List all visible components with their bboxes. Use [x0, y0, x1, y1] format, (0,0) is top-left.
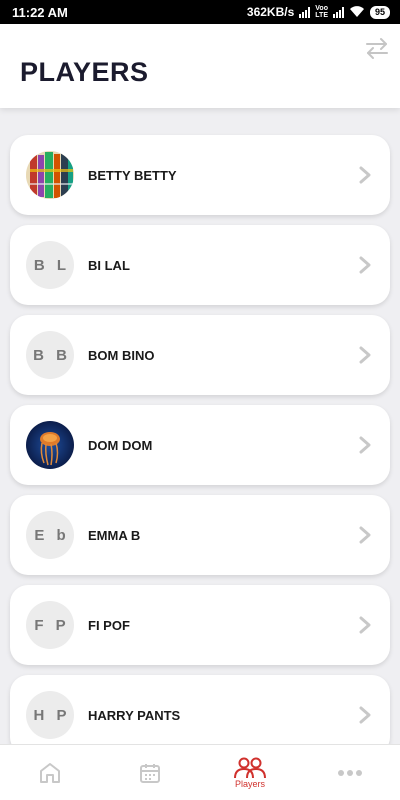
more-icon — [338, 769, 362, 776]
nav-more[interactable] — [300, 745, 400, 800]
player-avatar-initials: H P — [26, 691, 74, 739]
status-time: 11:22 AM — [12, 4, 68, 20]
player-card-bi-lal[interactable]: B L BI LAL — [10, 225, 390, 305]
player-card-harry-pants[interactable]: H P HARRY PANTS — [10, 675, 390, 744]
chevron-right-icon — [359, 616, 371, 634]
player-avatar-initials: F P — [26, 601, 74, 649]
player-avatar-initials: B L — [26, 241, 74, 289]
player-card-dom-dom[interactable]: DOM DOM — [10, 405, 390, 485]
nav-players[interactable]: Players — [200, 745, 300, 800]
page-title: PLAYERS — [20, 57, 149, 87]
player-card-betty-betty[interactable]: BETTY BETTY — [10, 135, 390, 215]
volte-label: Voo LTE — [315, 5, 328, 19]
status-indicators: 362KB/s Voo LTE 95 — [247, 5, 390, 19]
player-avatar-initials: B B — [26, 331, 74, 379]
chevron-right-icon — [359, 166, 371, 184]
nav-calendar[interactable] — [100, 745, 200, 800]
signal-icon-2 — [332, 6, 344, 18]
player-name: BETTY BETTY — [88, 167, 177, 183]
player-card-emma-b[interactable]: E b EMMA B — [10, 495, 390, 575]
swap-arrows-icon[interactable] — [364, 36, 390, 65]
chevron-right-icon — [359, 256, 371, 274]
player-name: FI POF — [88, 617, 130, 633]
player-name: HARRY PANTS — [88, 707, 181, 723]
bottom-navigation: Players — [0, 744, 400, 800]
app-header: PLAYERS — [0, 24, 400, 108]
nav-home[interactable] — [0, 745, 100, 800]
chevron-right-icon — [359, 526, 371, 544]
calendar-icon — [140, 763, 160, 783]
players-list[interactable]: BETTY BETTY B L BI LAL B B BOM BINO DOM … — [0, 108, 400, 744]
nav-players-label: Players — [234, 778, 265, 789]
player-name: BI LAL — [88, 257, 130, 273]
player-avatar — [26, 421, 74, 469]
player-avatar-initials: E b — [26, 511, 74, 559]
players-icon — [234, 757, 266, 778]
chevron-right-icon — [359, 706, 371, 724]
battery-icon: 95 — [369, 5, 390, 19]
chevron-right-icon — [359, 436, 371, 454]
signal-icon — [299, 6, 311, 18]
home-icon — [40, 762, 60, 783]
network-speed: 362KB/s — [246, 5, 295, 19]
player-name: BOM BINO — [88, 347, 155, 363]
chevron-right-icon — [359, 346, 371, 364]
player-card-fi-pof[interactable]: F P FI POF — [10, 585, 390, 665]
player-name: EMMA B — [88, 527, 141, 543]
player-name: DOM DOM — [88, 437, 153, 453]
wifi-icon — [349, 6, 365, 18]
player-card-bom-bino[interactable]: B B BOM BINO — [10, 315, 390, 395]
player-avatar — [26, 151, 74, 199]
status-bar: 11:22 AM 362KB/s Voo LTE 95 — [0, 0, 400, 24]
